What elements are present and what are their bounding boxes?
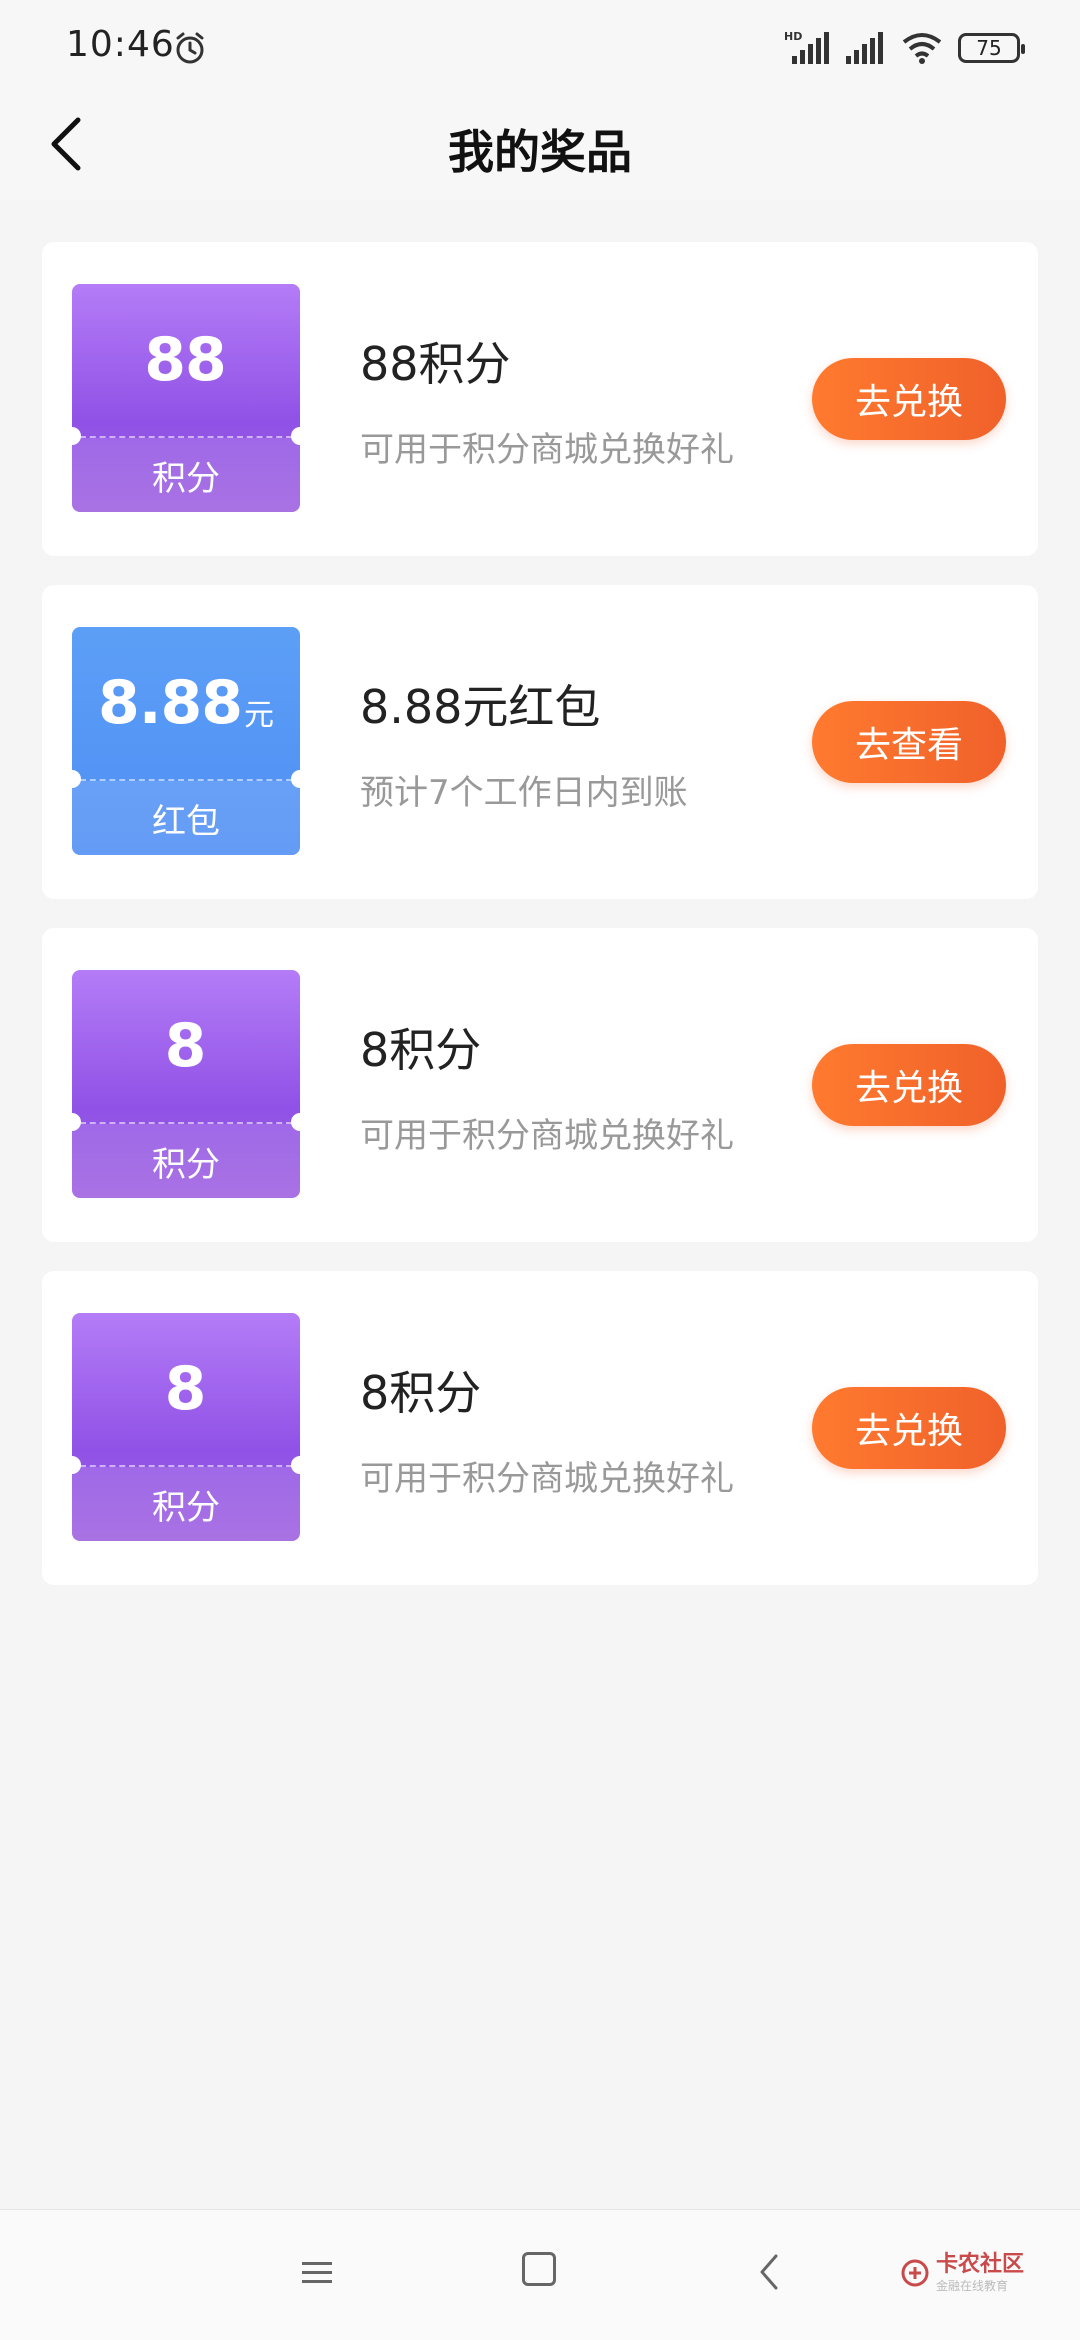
coupon-label: 积分 [72,1124,300,1198]
status-bar: 10:46 HD 75 [0,0,1080,90]
coupon-unit: 元 [244,698,275,733]
prize-title: 8积分 [360,1023,482,1077]
prize-card: 8.88 元 红包 8.88元红包 预计7个工作日内到账 去查看 [42,585,1038,899]
points-coupon: 8 积分 [72,1313,300,1541]
watermark-text: 卡农社区 [935,2252,1024,2277]
prize-card: 8 积分 8积分 可用于积分商城兑换好礼 去兑换 [42,1271,1038,1585]
prize-description: 预计7个工作日内到账 [360,773,688,813]
coupon-value: 8 [164,1011,207,1081]
home-icon[interactable] [522,2252,556,2286]
network-type-label: HD [784,30,802,43]
red-packet-coupon: 8.88 元 红包 [72,627,300,855]
back-icon[interactable] [754,2252,784,2292]
prize-card: 8 积分 8积分 可用于积分商城兑换好礼 去兑换 [42,928,1038,1242]
redeem-button[interactable]: 去兑换 [812,1387,1006,1469]
signal-icon-2 [846,32,883,64]
coupon-label: 红包 [72,781,300,855]
coupon-label: 积分 [72,1467,300,1541]
prize-card: 88 积分 88积分 可用于积分商城兑换好礼 去兑换 [42,242,1038,556]
page-title: 我的奖品 [448,125,632,179]
prize-title: 8积分 [360,1366,482,1420]
points-coupon: 88 积分 [72,284,300,512]
coupon-label: 积分 [72,438,300,512]
prize-list: 88 积分 88积分 可用于积分商城兑换好礼 去兑换 8.88 元 红包 8.8… [42,242,1038,1614]
battery-icon: 75 [958,33,1025,63]
prize-description: 可用于积分商城兑换好礼 [360,1116,734,1156]
status-time: 10:46 [66,24,175,65]
prize-description: 可用于积分商城兑换好礼 [360,1459,734,1499]
logo-icon [901,2259,929,2287]
status-icons: HD 75 [784,28,1025,68]
prize-description: 可用于积分商城兑换好礼 [360,430,734,470]
page-header: 我的奖品 [0,90,1080,200]
coupon-value: 8 [164,1354,207,1424]
redeem-button[interactable]: 去兑换 [812,1044,1006,1126]
prize-title: 8.88元红包 [360,680,601,734]
watermark-logo: 卡农社区 金融在线教育 [900,2254,1024,2292]
redeem-button[interactable]: 去兑换 [812,358,1006,440]
system-nav-bar: 卡农社区 金融在线教育 [0,2209,1080,2340]
coupon-value: 8.88 [97,668,243,738]
points-coupon: 8 积分 [72,970,300,1198]
watermark-subtext: 金融在线教育 [935,2279,1008,2293]
battery-level: 75 [976,36,1002,60]
prize-title: 88积分 [360,337,511,391]
menu-icon[interactable] [300,2256,334,2290]
signal-icon: HD [784,30,829,64]
wifi-icon [902,33,942,64]
alarm-icon [176,32,204,64]
coupon-value: 88 [144,325,226,395]
view-button[interactable]: 去查看 [812,701,1006,783]
